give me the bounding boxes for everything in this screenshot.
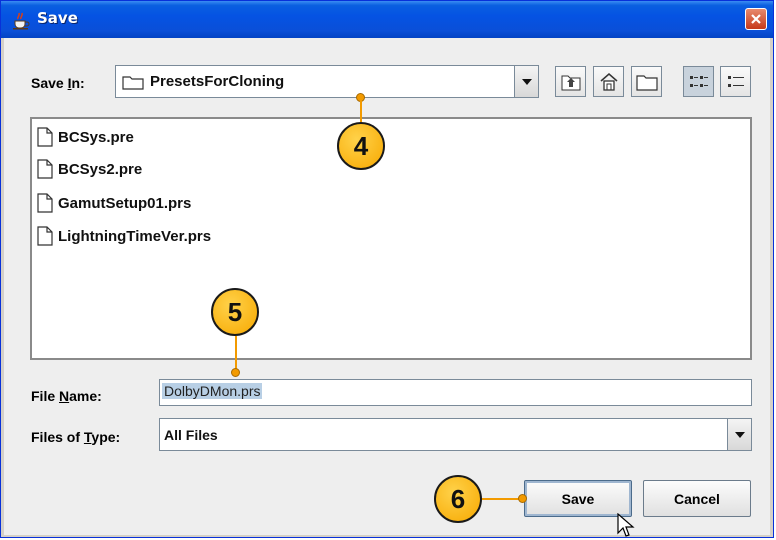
close-icon — [751, 14, 761, 24]
file-icon — [37, 193, 53, 213]
callout-leader-line — [482, 498, 522, 500]
file-name-field[interactable]: DolbyDMon.prs — [159, 379, 752, 406]
up-one-level-button[interactable] — [555, 66, 586, 97]
file-item[interactable]: BCSys2.pre — [37, 157, 142, 181]
save-dialog: Save Save In: PresetsForCloning BCSys.pr… — [0, 0, 774, 538]
file-item[interactable]: BCSys.pre — [37, 125, 134, 149]
java-cup-icon — [13, 12, 30, 30]
file-list[interactable]: BCSys.pre BCSys2.pre GamutSetup01.prs Li… — [30, 117, 752, 360]
file-item[interactable]: GamutSetup01.prs — [37, 191, 191, 215]
file-name: GamutSetup01.prs — [58, 194, 192, 212]
new-folder-icon — [635, 74, 658, 91]
home-icon — [600, 72, 617, 91]
files-of-type-value: All Files — [164, 427, 218, 443]
dialog-body: Save In: PresetsForCloning BCSys.pre BCS… — [4, 38, 770, 535]
save-in-label: Save In: — [31, 75, 85, 91]
up-folder-icon — [561, 75, 580, 90]
callout-leader-line — [360, 98, 362, 122]
new-folder-button[interactable] — [631, 66, 662, 97]
list-view-button[interactable] — [683, 66, 714, 97]
callout-6: 6 — [434, 475, 482, 523]
callout-anchor-dot — [518, 494, 527, 503]
details-view-button[interactable] — [720, 66, 751, 97]
files-of-type-combo[interactable]: All Files — [159, 418, 752, 451]
file-item[interactable]: LightningTimeVer.prs — [37, 224, 211, 248]
callout-anchor-dot — [231, 368, 240, 377]
save-button[interactable]: Save — [524, 480, 632, 517]
files-of-type-label: Files of Type: — [31, 429, 121, 445]
title-bar[interactable]: Save — [1, 1, 773, 38]
files-of-type-dropdown-button[interactable] — [727, 419, 751, 450]
save-in-dropdown-button[interactable] — [514, 66, 538, 97]
list-view-icon — [689, 75, 708, 87]
details-view-icon — [727, 75, 744, 87]
file-name-label: File Name: — [31, 388, 102, 404]
close-button[interactable] — [745, 8, 767, 30]
callout-leader-line — [235, 336, 237, 370]
chevron-down-icon — [734, 431, 745, 438]
callout-4: 4 — [337, 122, 385, 170]
callout-5: 5 — [211, 288, 259, 336]
file-name-value: DolbyDMon.prs — [162, 383, 263, 399]
chevron-down-icon — [521, 78, 532, 85]
file-name: LightningTimeVer.prs — [58, 227, 212, 245]
mouse-pointer-icon — [617, 513, 635, 537]
file-name: BCSys.pre — [58, 128, 134, 146]
save-in-combo[interactable]: PresetsForCloning — [115, 65, 539, 98]
home-button[interactable] — [593, 66, 624, 97]
file-icon — [37, 159, 53, 179]
file-icon — [37, 226, 53, 246]
file-icon — [37, 127, 53, 147]
file-name: BCSys2.pre — [58, 160, 143, 178]
folder-icon — [122, 76, 144, 90]
save-in-value: PresetsForCloning — [150, 73, 285, 90]
cancel-button[interactable]: Cancel — [643, 480, 751, 517]
window-title: Save — [37, 9, 78, 27]
